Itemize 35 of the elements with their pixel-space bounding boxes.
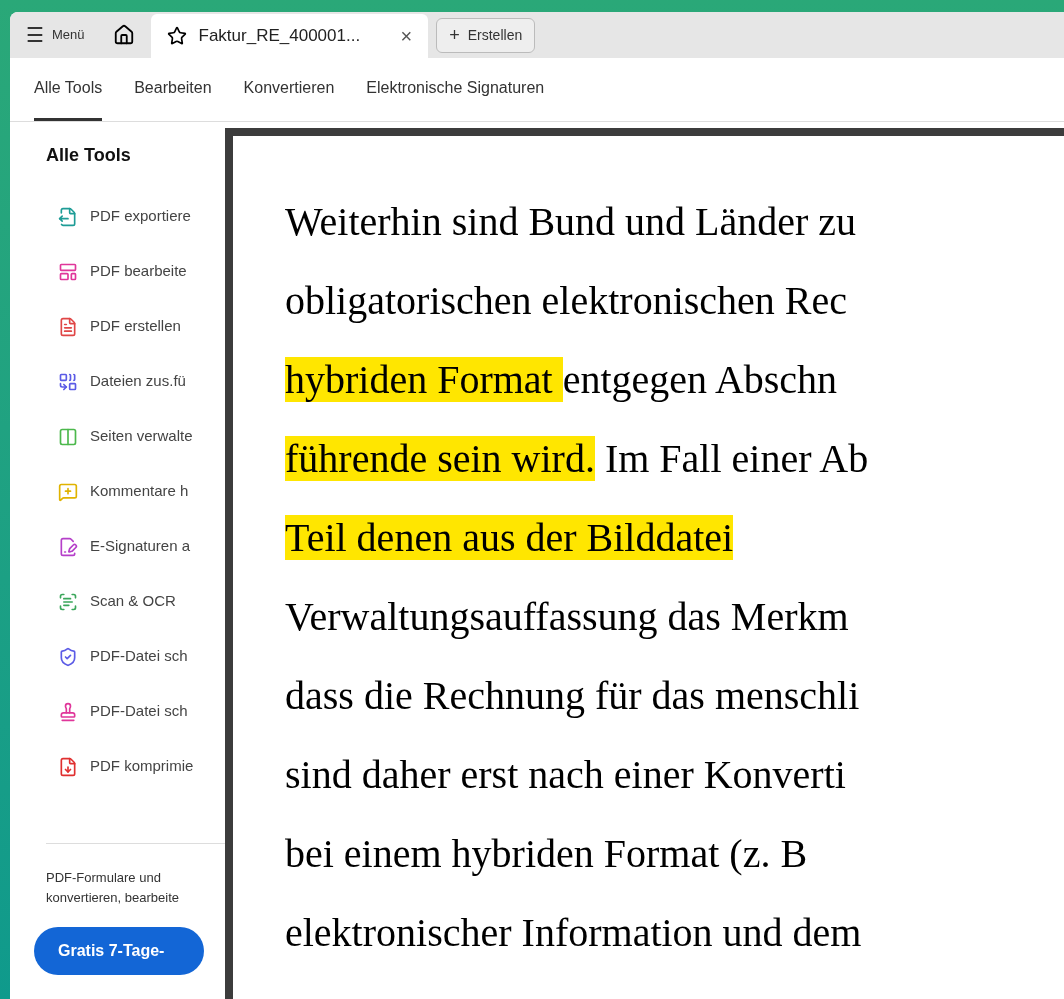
tool-item[interactable]: PDF bearbeite bbox=[10, 244, 225, 299]
tool-item[interactable]: PDF exportiere bbox=[10, 189, 225, 244]
document-text: elektronischer Information und dem bbox=[285, 910, 862, 955]
tool-item[interactable]: Scan & OCR bbox=[10, 574, 225, 629]
tab-title: Faktur_RE_400001... bbox=[198, 25, 362, 48]
document-text: bei einem hybriden Format (z. B bbox=[285, 831, 808, 876]
document-text: entgegen Abschn bbox=[562, 357, 838, 402]
tool-item[interactable]: E-Signaturen a bbox=[10, 519, 225, 574]
tool-item[interactable]: Seiten verwalte bbox=[10, 409, 225, 464]
document-text: Weiterhin sind Bund und Länder zu bbox=[285, 199, 857, 244]
document-text: sind daher erst nach einer Konverti bbox=[285, 752, 846, 797]
tool-item[interactable]: Dateien zus.fü bbox=[10, 354, 225, 409]
tool-item[interactable]: PDF-Datei sch bbox=[10, 684, 225, 739]
close-icon[interactable]: × bbox=[400, 21, 413, 51]
trial-button[interactable]: Gratis 7-Tage- bbox=[34, 927, 205, 975]
sidebar-title: Alle Tools bbox=[45, 144, 132, 167]
toolbar-tab[interactable]: Elektronische Signaturen bbox=[366, 58, 545, 121]
toolbar-tab[interactable]: Konvertieren bbox=[243, 58, 335, 121]
highlighted-text: hybriden Format bbox=[285, 357, 563, 402]
document-text: dass die Rechnung für das menschli bbox=[285, 673, 860, 718]
document-text: obligatorischen elektronischen Rec bbox=[285, 278, 848, 323]
document-text: Verwaltungsauffassung das Merkm bbox=[285, 594, 849, 639]
tool-item[interactable]: Kommentare h bbox=[10, 464, 225, 519]
create-button[interactable]: + Erstellen bbox=[436, 17, 536, 53]
toolbar-tab[interactable]: Bearbeiten bbox=[134, 58, 212, 121]
highlighted-text: Teil denen aus der Bilddatei bbox=[285, 515, 734, 560]
menu-button[interactable]: ☰ Menü bbox=[26, 12, 97, 58]
tool-item[interactable]: PDF komprimie bbox=[10, 739, 225, 794]
tool-item[interactable]: PDF-Datei sch bbox=[10, 629, 225, 684]
highlighted-text: führende sein wird. bbox=[285, 436, 595, 481]
tool-item[interactable]: PDF erstellen bbox=[10, 299, 225, 354]
star-icon[interactable] bbox=[166, 26, 187, 46]
promo-text: PDF-Formulare und konvertieren, bearbeite bbox=[46, 869, 179, 907]
document-tab[interactable]: Faktur_RE_400001... × bbox=[150, 14, 429, 58]
document-text: Im Fall einer Ab bbox=[603, 436, 869, 481]
